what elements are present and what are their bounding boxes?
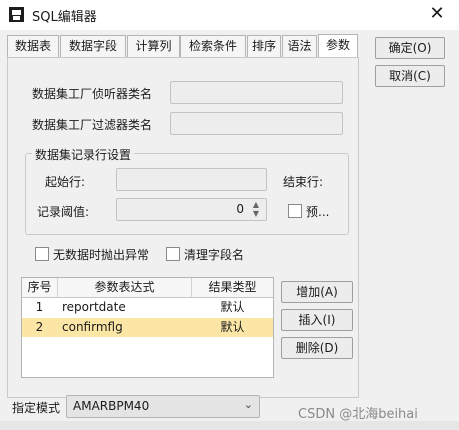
row-index: 1: [35, 300, 44, 314]
add-button[interactable]: 增加(A): [281, 281, 353, 303]
tab-syntax[interactable]: 语法: [282, 35, 317, 57]
row-expression: confirmflg: [62, 320, 123, 334]
bottom-strip: [0, 421, 459, 430]
start-row-input[interactable]: [116, 168, 267, 191]
column-header-expression[interactable]: 参数表达式: [58, 278, 192, 298]
chevron-down-icon: ⌄: [243, 398, 253, 411]
listener-class-label: 数据集工厂侦听器类名: [32, 87, 153, 101]
row-expression: reportdate: [62, 300, 126, 314]
tab-data-table[interactable]: 数据表: [7, 35, 59, 57]
delete-button[interactable]: 删除(D): [281, 337, 353, 359]
row-result-type: 默认: [220, 320, 245, 334]
parameter-table: 序号 参数表达式 结果类型 1 reportdate 默认 2 confirmf…: [21, 277, 274, 378]
record-settings-group: [25, 153, 349, 235]
clear-fields-label: 清理字段名: [184, 248, 245, 262]
title-bar[interactable]: SQL编辑器 ✕: [0, 0, 459, 30]
mode-label: 指定模式: [12, 401, 61, 415]
no-data-exception-checkbox[interactable]: [35, 247, 49, 261]
table-row-selected[interactable]: 2 confirmflg 默认: [22, 318, 273, 337]
table-row[interactable]: 1 reportdate 默认: [22, 298, 273, 317]
window-title: SQL编辑器: [32, 10, 97, 25]
listener-class-input[interactable]: [170, 81, 343, 104]
threshold-label: 记录阈值:: [37, 205, 90, 219]
ok-button[interactable]: 确定(O): [375, 37, 445, 59]
clear-fields-checkbox[interactable]: [166, 247, 180, 261]
row-index: 2: [35, 320, 44, 334]
watermark: CSDN @北海beihai: [298, 407, 418, 422]
tab-parameters[interactable]: 参数: [318, 34, 358, 58]
tab-data-fields[interactable]: 数据字段: [60, 35, 126, 57]
sql-editor-window: SQL编辑器 ✕ 数据表 数据字段 计算列 检索条件 排序 语法 参数 确定(O…: [0, 0, 459, 430]
column-header-result-type[interactable]: 结果类型: [192, 278, 273, 298]
end-row-label: 结束行:: [283, 175, 324, 189]
row-result-type: 默认: [220, 300, 245, 314]
preview-label: 预...: [306, 205, 330, 219]
tab-computed-columns[interactable]: 计算列: [127, 35, 180, 57]
mode-value: AMARBPM40: [73, 399, 150, 413]
tab-search-conditions[interactable]: 检索条件: [180, 35, 246, 57]
record-settings-legend: 数据集记录行设置: [32, 146, 135, 163]
no-data-exception-label: 无数据时抛出异常: [53, 248, 150, 262]
spinner-arrows-icon[interactable]: ▲ ▼: [249, 200, 263, 219]
threshold-spinner[interactable]: 0 ▲ ▼: [116, 198, 267, 221]
column-header-index[interactable]: 序号: [22, 278, 58, 298]
cancel-button[interactable]: 取消(C): [375, 65, 445, 87]
filter-class-label: 数据集工厂过滤器类名: [32, 118, 153, 132]
insert-button[interactable]: 插入(I): [281, 309, 353, 331]
close-icon[interactable]: ✕: [426, 3, 448, 25]
start-row-label: 起始行:: [45, 175, 86, 189]
app-icon: [9, 7, 24, 22]
tab-sort[interactable]: 排序: [247, 35, 281, 57]
mode-select[interactable]: AMARBPM40 ⌄: [66, 395, 260, 418]
filter-class-input[interactable]: [170, 112, 343, 135]
preview-checkbox[interactable]: [288, 204, 302, 218]
threshold-value: 0: [236, 202, 244, 216]
